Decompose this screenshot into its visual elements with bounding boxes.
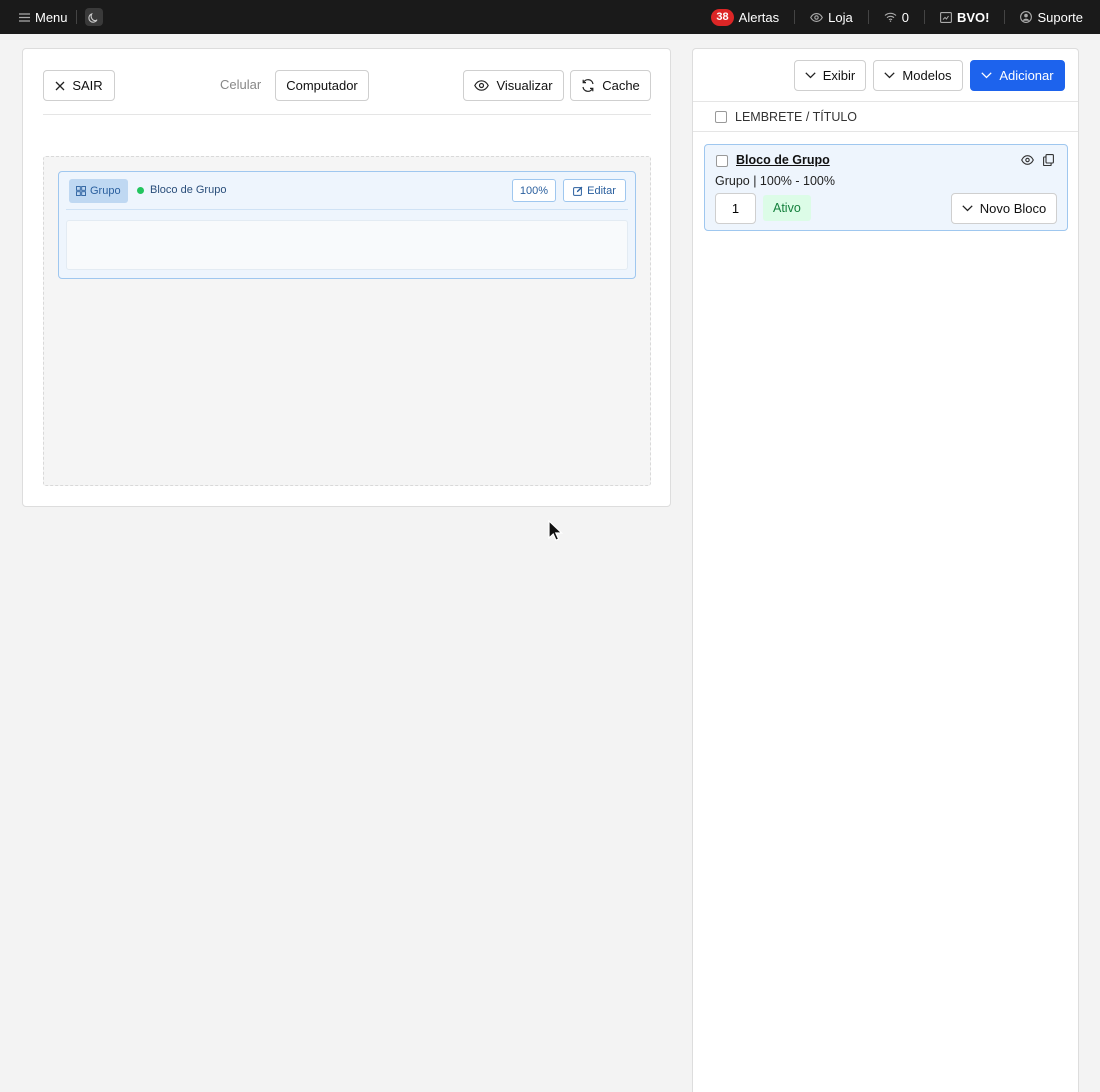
- show-label: Exibir: [822, 68, 856, 83]
- image-icon: [940, 11, 952, 23]
- item-subtitle: Grupo | 100% - 100%: [715, 174, 835, 188]
- alerts-button[interactable]: 38 Alertas: [711, 8, 780, 26]
- eye-icon: [474, 80, 490, 91]
- new-block-label: Novo Bloco: [979, 201, 1047, 216]
- group-drop-zone[interactable]: [66, 220, 628, 270]
- cache-label: Cache: [602, 78, 640, 93]
- wifi-icon: [884, 12, 897, 22]
- blocks-panel: Exibir Modelos Adicionar LEMBRETE / TÍTU…: [692, 48, 1079, 1092]
- user-circle-icon: [1020, 11, 1033, 23]
- edit-label: Editar: [587, 184, 616, 197]
- width-label: 100%: [519, 184, 549, 197]
- separator: [75, 10, 77, 24]
- new-block-button[interactable]: Novo Bloco: [951, 193, 1057, 224]
- hamburger-icon: [19, 12, 30, 22]
- eye-icon: [810, 12, 824, 22]
- group-tag-label: Grupo: [90, 185, 121, 197]
- bvo-label: BVO!: [956, 9, 990, 25]
- templates-button[interactable]: Modelos: [873, 60, 963, 91]
- separator: [923, 10, 925, 24]
- duplicate-icon[interactable]: [1043, 154, 1054, 166]
- support-button[interactable]: Suporte: [1020, 10, 1083, 25]
- top-bar: Menu 38 Alertas Loja 0 BVO! Suporte: [0, 0, 1100, 34]
- connection-indicator[interactable]: 0: [884, 10, 909, 25]
- editor-card: SAIR Celular Computador Visualizar Cache…: [22, 48, 671, 507]
- chevron-down-icon: [962, 205, 973, 212]
- item-title-link[interactable]: Bloco de Grupo: [736, 153, 830, 167]
- group-block[interactable]: Grupo Bloco de Grupo 100% Editar: [58, 171, 636, 279]
- status-badge[interactable]: Ativo: [763, 195, 811, 221]
- order-input[interactable]: [715, 193, 756, 224]
- desktop-label: Computador: [286, 78, 358, 93]
- tab-desktop[interactable]: Computador: [275, 70, 369, 101]
- templates-label: Modelos: [902, 68, 952, 83]
- support-label: Suporte: [1037, 9, 1083, 25]
- chevron-down-icon: [805, 72, 816, 79]
- refresh-icon: [581, 79, 595, 92]
- list-header: LEMBRETE / TÍTULO: [693, 101, 1078, 132]
- divider: [43, 114, 651, 115]
- group-tag: Grupo: [69, 179, 128, 203]
- dark-mode-toggle[interactable]: [84, 8, 103, 26]
- show-button[interactable]: Exibir: [794, 60, 866, 91]
- eye-icon[interactable]: [1021, 155, 1034, 165]
- group-block-name: Bloco de Grupo: [137, 184, 226, 196]
- menu-button[interactable]: Menu: [19, 10, 68, 25]
- exit-label: SAIR: [72, 78, 103, 93]
- edit-button[interactable]: Editar: [563, 179, 626, 202]
- cache-button[interactable]: Cache: [570, 70, 651, 101]
- add-label: Adicionar: [999, 68, 1054, 83]
- chevron-down-icon: [981, 72, 993, 79]
- moon-icon: [88, 12, 99, 23]
- mouse-cursor-icon: [548, 519, 564, 547]
- preview-button[interactable]: Visualizar: [463, 70, 564, 101]
- menu-label: Menu: [35, 9, 68, 25]
- item-checkbox[interactable]: [716, 155, 728, 167]
- separator: [1004, 10, 1006, 24]
- bvo-button[interactable]: BVO!: [940, 9, 990, 25]
- close-icon: [55, 81, 65, 91]
- edit-icon: [573, 186, 583, 196]
- preview-label: Visualizar: [496, 78, 553, 93]
- store-label: Loja: [828, 9, 853, 25]
- group-block-name-label: Bloco de Grupo: [150, 184, 227, 196]
- editor-canvas[interactable]: Grupo Bloco de Grupo 100% Editar: [43, 156, 651, 486]
- divider: [66, 209, 628, 210]
- width-button[interactable]: 100%: [512, 179, 556, 202]
- list-item[interactable]: Bloco de Grupo Grupo | 100% - 100% Ativo…: [704, 144, 1068, 231]
- separator: [867, 10, 869, 24]
- select-all-checkbox[interactable]: [715, 110, 727, 123]
- add-button[interactable]: Adicionar: [970, 60, 1065, 91]
- group-icon: [76, 186, 86, 196]
- tab-mobile[interactable]: Celular: [220, 77, 261, 92]
- alerts-count-badge: 38: [711, 8, 734, 26]
- store-button[interactable]: Loja: [810, 10, 853, 25]
- active-status-dot: [137, 186, 144, 194]
- column-header-title: LEMBRETE / TÍTULO: [735, 109, 858, 124]
- connection-count: 0: [901, 9, 909, 25]
- alerts-label: Alertas: [738, 9, 780, 25]
- separator: [794, 10, 796, 24]
- exit-button[interactable]: SAIR: [43, 70, 115, 101]
- chevron-down-icon: [884, 72, 896, 79]
